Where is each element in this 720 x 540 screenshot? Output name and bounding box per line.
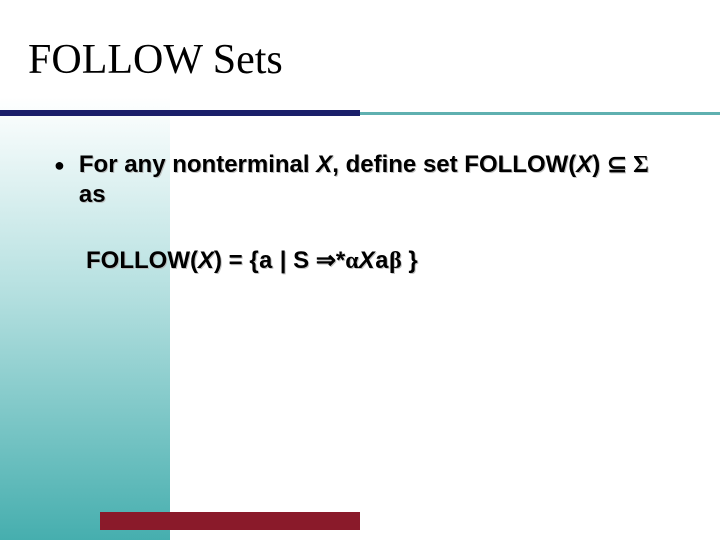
title-underline-light	[360, 112, 720, 115]
title-underline-dark	[0, 110, 360, 116]
nonterminal-x: X	[576, 151, 592, 178]
bullet-text: For any nonterminal X, define set FOLLOW…	[79, 150, 674, 210]
text-fragment: | S	[273, 247, 316, 274]
bullet-item: ● For any nonterminal X, define set FOLL…	[54, 150, 674, 210]
slide: FOLLOW Sets ● For any nonterminal X, def…	[0, 0, 720, 540]
bullet-dot-icon: ●	[54, 150, 65, 180]
text-fragment: )	[592, 151, 607, 178]
beta-symbol: β	[389, 248, 402, 274]
content-area: ● For any nonterminal X, define set FOLL…	[54, 150, 674, 276]
nonterminal-x: X	[198, 247, 214, 274]
footer-accent-bar	[100, 512, 360, 530]
alpha-symbol: α	[345, 248, 358, 274]
text-fragment: ) = {	[214, 247, 259, 274]
terminal-a: a	[375, 249, 389, 276]
sigma-symbol: Σ	[627, 152, 649, 178]
terminal-a: a	[259, 249, 273, 276]
text-fragment: as	[79, 181, 106, 208]
text-fragment: , define set FOLLOW(	[332, 151, 576, 178]
text-fragment: FOLLOW(	[86, 247, 198, 274]
formula: FOLLOW(X) = {a | S ⇒*αXaβ }	[86, 246, 674, 276]
nonterminal-x: X	[359, 247, 375, 274]
slide-title: FOLLOW Sets	[28, 36, 283, 84]
text-fragment: }	[402, 247, 418, 274]
kleene-star: *	[336, 247, 345, 274]
subset-symbol: ⊆	[607, 152, 627, 178]
derives-arrow: ⇒	[316, 248, 336, 274]
nonterminal-x: X	[316, 151, 332, 178]
text-fragment: For any nonterminal	[79, 151, 316, 178]
